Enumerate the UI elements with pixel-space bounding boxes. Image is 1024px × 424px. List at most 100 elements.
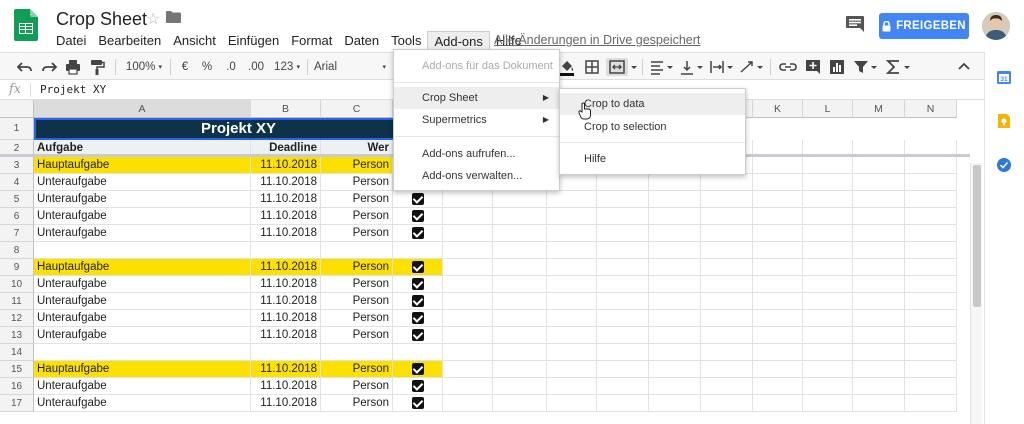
cell[interactable] (853, 327, 905, 344)
cell[interactable] (493, 361, 547, 378)
row-header-6[interactable]: 6 (0, 208, 34, 225)
cell[interactable] (803, 276, 853, 293)
cell[interactable] (443, 327, 493, 344)
merge-cells-icon[interactable] (606, 58, 628, 76)
cell[interactable] (905, 259, 957, 276)
star-icon[interactable]: ☆ (146, 9, 160, 29)
deadline-cell[interactable]: 11.10.2018 (251, 378, 321, 395)
cell[interactable] (753, 378, 803, 395)
cell[interactable] (701, 242, 753, 259)
increase-decimal-button[interactable]: .00 (245, 58, 267, 76)
cell[interactable] (34, 344, 251, 361)
insert-link-icon[interactable] (778, 58, 798, 76)
row-header-5[interactable]: 5 (0, 191, 34, 208)
comment-icon[interactable] (846, 16, 864, 32)
deadline-cell[interactable]: 11.10.2018 (251, 276, 321, 293)
cell[interactable] (803, 191, 853, 208)
task-cell[interactable]: Unteraufgabe (34, 191, 251, 208)
cell[interactable] (393, 242, 443, 259)
cell[interactable] (493, 293, 547, 310)
cell[interactable] (753, 395, 803, 412)
cell[interactable] (803, 395, 853, 412)
deadline-cell[interactable]: 11.10.2018 (251, 293, 321, 310)
checkbox-checked[interactable] (412, 193, 424, 205)
deadline-cell[interactable]: 11.10.2018 (251, 310, 321, 327)
row-header-8[interactable]: 8 (0, 242, 34, 259)
row-header-11[interactable]: 11 (0, 293, 34, 310)
cell[interactable] (597, 361, 649, 378)
cell[interactable] (753, 293, 803, 310)
cell[interactable] (803, 208, 853, 225)
cell[interactable] (547, 208, 597, 225)
cell[interactable] (905, 327, 957, 344)
cell[interactable] (493, 378, 547, 395)
menu-addons[interactable]: Add-ons (427, 31, 490, 51)
cell[interactable] (597, 293, 649, 310)
cell[interactable] (649, 361, 701, 378)
menu-item-help[interactable]: Hilfe (560, 148, 745, 170)
checkbox-checked[interactable] (412, 329, 424, 341)
cell[interactable] (905, 208, 957, 225)
cell[interactable] (701, 191, 753, 208)
task-cell[interactable]: Unteraufgabe (34, 327, 251, 344)
cell[interactable] (443, 395, 493, 412)
row-header-10[interactable]: 10 (0, 276, 34, 293)
cell[interactable] (803, 259, 853, 276)
cell[interactable] (701, 310, 753, 327)
cell[interactable] (597, 310, 649, 327)
cell[interactable] (493, 344, 547, 361)
cell[interactable] (905, 293, 957, 310)
cell[interactable] (547, 395, 597, 412)
cell[interactable] (547, 293, 597, 310)
cell[interactable] (443, 293, 493, 310)
cell[interactable] (853, 208, 905, 225)
cell[interactable] (701, 293, 753, 310)
person-cell[interactable]: Person (321, 259, 393, 276)
cell[interactable] (701, 174, 753, 191)
menu-item-manage-addons[interactable]: Add-ons verwalten... (394, 165, 559, 187)
cell[interactable] (853, 310, 905, 327)
menu-daten[interactable]: Daten (338, 31, 385, 51)
cell[interactable] (701, 395, 753, 412)
task-cell[interactable]: Hauptaufgabe (34, 157, 251, 174)
cell[interactable] (853, 259, 905, 276)
cell[interactable] (803, 293, 853, 310)
cell[interactable] (493, 225, 547, 242)
row-header-15[interactable]: 15 (0, 361, 34, 378)
cell[interactable] (649, 174, 701, 191)
text-rotation-icon[interactable] (738, 58, 764, 76)
menu-item-crop-sheet[interactable]: Crop Sheet ▶ (394, 87, 559, 109)
cell[interactable] (803, 225, 853, 242)
cell[interactable] (853, 174, 905, 191)
cell[interactable] (251, 242, 321, 259)
avatar[interactable] (982, 12, 1010, 40)
fill-color-icon[interactable] (558, 58, 576, 76)
cell[interactable] (547, 242, 597, 259)
sheet-title-cell[interactable]: Projekt XY (34, 118, 443, 140)
cell[interactable] (547, 225, 597, 242)
person-cell[interactable]: Person (321, 191, 393, 208)
cell[interactable] (493, 395, 547, 412)
tasks-icon[interactable] (996, 157, 1012, 173)
cell[interactable] (753, 225, 803, 242)
cell[interactable] (853, 191, 905, 208)
person-cell[interactable]: Person (321, 310, 393, 327)
person-cell[interactable]: Person (321, 174, 393, 191)
person-cell[interactable]: Person (321, 225, 393, 242)
cell[interactable] (853, 293, 905, 310)
column-header-b[interactable]: B (251, 100, 321, 118)
cell[interactable] (493, 327, 547, 344)
deadline-cell[interactable]: 11.10.2018 (251, 361, 321, 378)
sheets-logo-icon[interactable] (14, 9, 38, 41)
task-cell[interactable]: Unteraufgabe (34, 395, 251, 412)
checkbox-checked[interactable] (412, 210, 424, 222)
font-select[interactable]: Arial ▾ (314, 58, 386, 76)
cell[interactable] (443, 344, 493, 361)
row-header-17[interactable]: 17 (0, 395, 34, 412)
deadline-cell[interactable]: 11.10.2018 (251, 259, 321, 276)
cell[interactable] (547, 327, 597, 344)
cell[interactable] (649, 327, 701, 344)
paint-format-icon[interactable] (88, 58, 106, 76)
borders-icon[interactable] (583, 58, 601, 76)
cell[interactable] (649, 208, 701, 225)
